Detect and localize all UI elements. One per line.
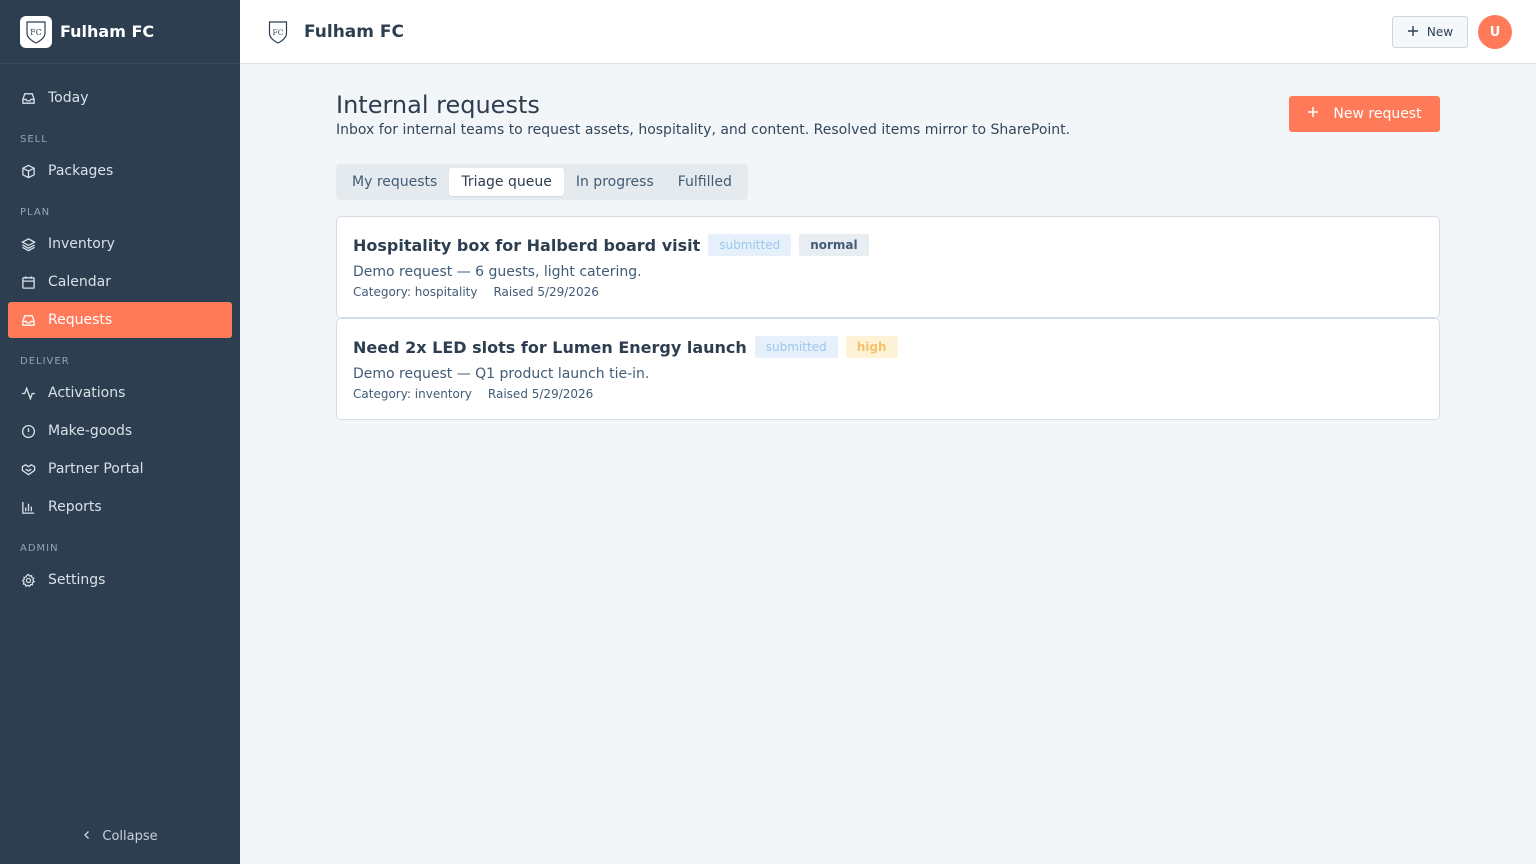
sidebar-item-settings[interactable]: Settings: [8, 562, 232, 598]
sidebar-item-label: Reports: [48, 499, 102, 515]
sidebar-item-label: Make-goods: [48, 423, 133, 439]
new-request-label: New request: [1333, 106, 1422, 122]
club-crest-icon: FC: [268, 20, 288, 44]
priority-badge: normal: [799, 234, 869, 256]
sidebar-item-label: Packages: [48, 163, 114, 179]
chevron-left-icon: [82, 829, 92, 844]
sidebar-item-activations[interactable]: Activations: [8, 375, 232, 411]
sidebar-section-sell: SELL: [20, 134, 48, 145]
request-title: Need 2x LED slots for Lumen Energy launc…: [353, 337, 747, 357]
plus-icon: [1407, 25, 1419, 40]
request-title: Hospitality box for Halberd board visit: [353, 235, 701, 255]
top-header: FC Fulham FC New U: [240, 0, 1536, 64]
sidebar-item-label: Requests: [48, 312, 113, 328]
gear-icon: [20, 572, 36, 588]
svg-text:FC: FC: [30, 28, 42, 37]
request-description: Demo request — Q1 product launch tie-in.: [353, 366, 650, 382]
calendar-icon: [20, 274, 36, 290]
request-category: Category: hospitality: [353, 285, 478, 299]
request-category: Category: inventory: [353, 387, 472, 401]
sidebar-item-label: Today: [48, 90, 89, 106]
request-card[interactable]: Need 2x LED slots for Lumen Energy launc…: [336, 318, 1440, 420]
sidebar-item-reports[interactable]: Reports: [8, 489, 232, 525]
request-raised-date: Raised 5/29/2026: [487, 387, 594, 401]
sidebar-brand[interactable]: FC Fulham FC: [0, 0, 240, 64]
inbox-icon: [20, 312, 36, 328]
sidebar: FC Fulham FC Today SELL Packages PLAN In…: [0, 0, 240, 864]
collapse-label: Collapse: [102, 829, 158, 844]
page-title: Internal requests: [336, 91, 540, 119]
sidebar-item-partner-portal[interactable]: Partner Portal: [8, 451, 232, 487]
sidebar-item-label: Activations: [48, 385, 126, 401]
sidebar-section-admin: ADMIN: [20, 543, 59, 554]
priority-badge: high: [845, 336, 898, 358]
request-card[interactable]: Hospitality box for Halberd board visit …: [336, 216, 1440, 318]
sidebar-item-calendar[interactable]: Calendar: [8, 264, 232, 300]
sidebar-item-make-goods[interactable]: Make-goods: [8, 413, 232, 449]
svg-text:FC: FC: [273, 28, 284, 37]
request-tabs: My requests Triage queue In progress Ful…: [336, 164, 748, 200]
request-description: Demo request — 6 guests, light catering.: [353, 264, 642, 280]
main-content: Internal requests Inbox for internal tea…: [336, 64, 1440, 420]
brand-name: Fulham FC: [60, 22, 155, 41]
collapse-button[interactable]: Collapse: [0, 829, 240, 844]
sidebar-item-inventory[interactable]: Inventory: [8, 226, 232, 262]
tab-my-requests[interactable]: My requests: [340, 168, 449, 196]
sidebar-item-label: Calendar: [48, 274, 111, 290]
alert-circle-icon: [20, 423, 36, 439]
sidebar-item-requests[interactable]: Requests: [8, 302, 232, 338]
sidebar-item-today[interactable]: Today: [8, 80, 232, 116]
bar-chart-icon: [20, 499, 36, 515]
sidebar-section-deliver: DELIVER: [20, 356, 70, 367]
header-title: Fulham FC: [304, 21, 404, 42]
tab-triage-queue[interactable]: Triage queue: [449, 168, 564, 196]
club-crest-logo: FC: [20, 15, 52, 48]
sidebar-nav: Today SELL Packages PLAN Inventory Calen…: [0, 64, 240, 598]
new-button[interactable]: New: [1392, 16, 1468, 48]
layers-icon: [20, 236, 36, 252]
request-raised-date: Raised 5/29/2026: [493, 285, 599, 299]
sidebar-item-label: Settings: [48, 572, 106, 588]
package-icon: [20, 163, 36, 179]
new-request-button[interactable]: New request: [1289, 96, 1440, 132]
plus-icon: [1307, 106, 1319, 122]
request-list: Hospitality box for Halberd board visit …: [336, 216, 1440, 420]
tab-fulfilled[interactable]: Fulfilled: [666, 168, 744, 196]
sidebar-item-packages[interactable]: Packages: [8, 153, 232, 189]
status-badge: submitted: [708, 234, 792, 256]
handshake-icon: [20, 461, 36, 477]
activity-icon: [20, 385, 36, 401]
sidebar-item-label: Inventory: [48, 236, 115, 252]
status-badge: submitted: [754, 336, 838, 358]
new-button-label: New: [1426, 25, 1454, 39]
sidebar-item-label: Partner Portal: [48, 461, 144, 477]
page-subtitle: Inbox for internal teams to request asse…: [336, 122, 1071, 138]
sidebar-section-plan: PLAN: [20, 207, 51, 218]
tab-in-progress[interactable]: In progress: [564, 168, 666, 196]
user-avatar[interactable]: U: [1478, 15, 1512, 49]
inbox-icon: [20, 90, 36, 106]
